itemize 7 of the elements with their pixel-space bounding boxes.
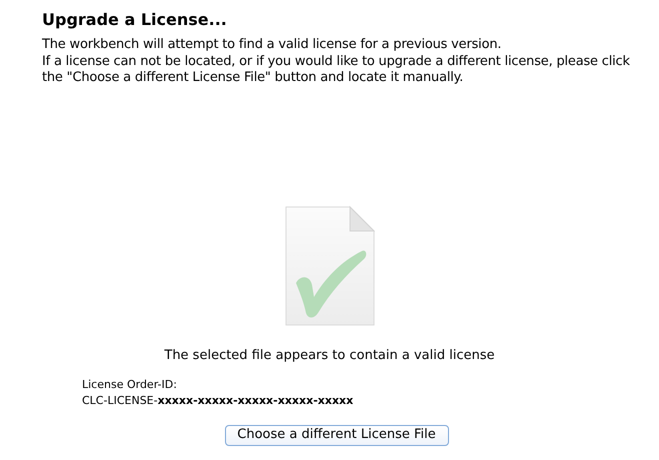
choose-license-file-button[interactable]: Choose a different License File (224, 424, 448, 446)
order-id-label: License Order-ID: (82, 376, 177, 392)
status-message: The selected file appears to contain a valid license (164, 346, 495, 364)
instruction-text: If a license can not be located, or if you would like to upgrade a different license, please click the "Choose a different License File" button and locate it manually. (42, 54, 631, 86)
instruction-text: The workbench will attempt to find a valid license for a previous version. (42, 37, 502, 54)
dialog-title: Upgrade a License... (42, 9, 227, 31)
order-id-value: CLC-LICENSE-xxxxx-xxxxx-xxxxx-xxxxx-xxxxx (82, 392, 354, 408)
